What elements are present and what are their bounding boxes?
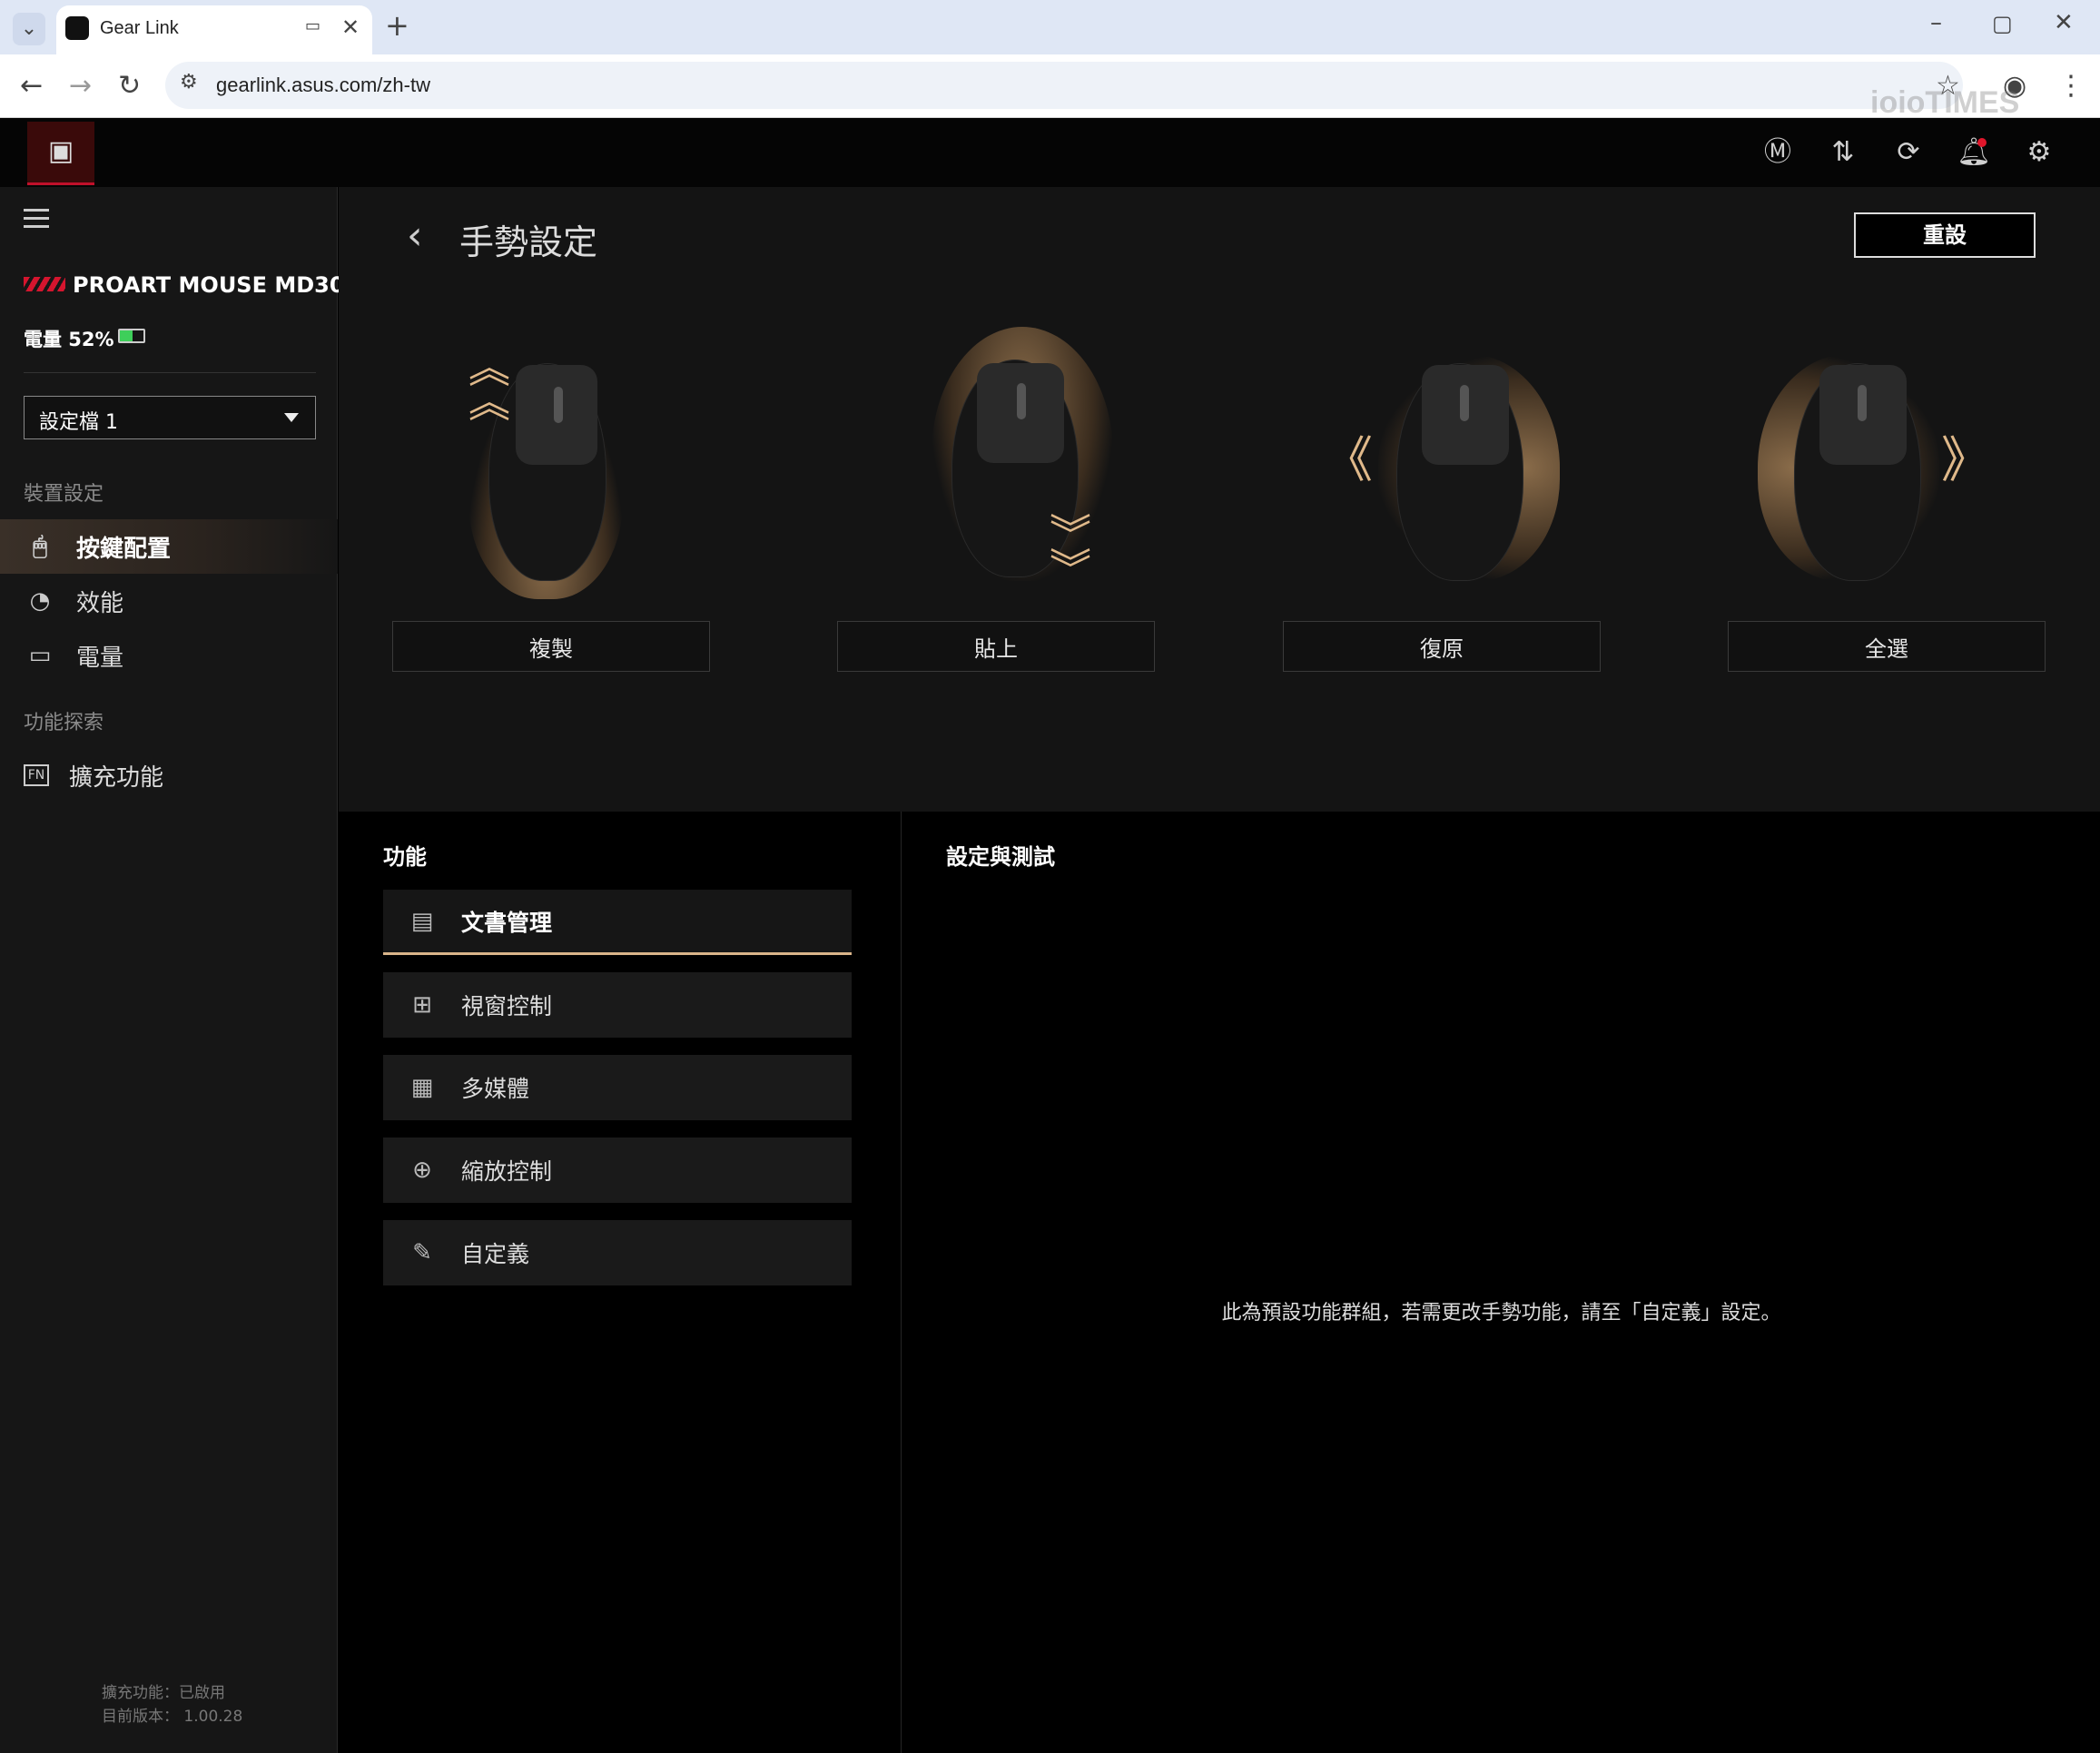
firmware-update-icon[interactable]: ⇅	[1821, 131, 1865, 174]
performance-icon: ◔	[29, 587, 51, 615]
function-label: 自定義	[461, 1241, 530, 1267]
gesture-right-illustration: 》	[1758, 327, 2003, 599]
page-title: 手勢設定	[459, 222, 598, 262]
notification-dot	[1977, 138, 1987, 147]
battery-icon: ▭	[28, 642, 52, 669]
function-custom[interactable]: ✎ 自定義	[383, 1220, 852, 1285]
function-window-control[interactable]: ⊞ 視窗控制	[383, 972, 852, 1038]
function-zoom-control[interactable]: ⊕ 縮放控制	[383, 1137, 852, 1203]
default-group-message: 此為預設功能群組，若需更改手勢功能，請至「自定義」設定。	[1221, 1302, 1781, 1325]
gearlink-favicon-icon	[65, 16, 89, 40]
notification-bell-icon[interactable]: 🔔︎	[1952, 131, 1996, 174]
profile-dropdown[interactable]: 設定檔 1	[24, 396, 316, 439]
reset-button[interactable]: 重設	[1854, 212, 2036, 258]
function-label: 文書管理	[461, 909, 553, 936]
gesture-down-button[interactable]: 貼上	[837, 621, 1155, 672]
forward-icon[interactable]: →	[69, 73, 92, 100]
app-version: 目前版本： 1.00.28	[102, 1708, 243, 1726]
functions-title: 功能	[383, 844, 427, 870]
close-window-icon[interactable]: ✕	[2054, 11, 2074, 34]
watermark: ioioTIMES	[1870, 85, 2020, 120]
gesture-left-button[interactable]: 復原	[1283, 621, 1601, 672]
settings-test-panel	[902, 812, 2100, 1753]
sidebar-item-button-mapping[interactable]: 🖱︎ 按鍵配置	[0, 519, 338, 574]
fn-icon: FN	[24, 764, 49, 786]
function-label: 視窗控制	[461, 993, 553, 1019]
url-text: gearlink.asus.com/zh-tw	[216, 74, 430, 96]
reload-icon[interactable]: ↻	[118, 73, 141, 100]
document-icon: ▤	[410, 907, 434, 935]
minimize-icon[interactable]: –	[1930, 11, 1942, 34]
browser-tab[interactable]: Gear Link ▭ ✕	[56, 5, 372, 54]
battery-level-text: 電量 52%	[24, 329, 114, 350]
sidebar-item-performance[interactable]: ◔ 效能	[0, 574, 338, 628]
maximize-icon[interactable]: ▢	[1992, 13, 2013, 34]
arrow-left-icon: 《	[1324, 431, 1373, 488]
gesture-up-illustration: ︽ ︽	[432, 327, 668, 599]
browser-menu-icon[interactable]: ⋮	[2057, 73, 2085, 100]
arrow-down-icon: ︾ ︾	[1050, 510, 1091, 594]
sidebar-item-label: 電量	[76, 644, 124, 672]
sidebar-item-label: 擴充功能	[69, 763, 164, 792]
new-tab-button[interactable]: +	[385, 11, 409, 40]
arrow-up-icon: ︽ ︽	[468, 343, 510, 427]
macro-icon[interactable]: Ⓜ	[1756, 131, 1799, 174]
tab-title: Gear Link	[100, 18, 179, 38]
windows-icon: ⊞	[412, 991, 432, 1019]
gesture-up-button[interactable]: 複製	[392, 621, 710, 672]
sync-icon[interactable]: ⟳	[1887, 131, 1930, 174]
settings-gear-icon[interactable]: ⚙	[2017, 131, 2061, 174]
chevron-down-icon	[284, 413, 299, 422]
sidebar-item-battery[interactable]: ▭ 電量	[0, 628, 338, 683]
device-brand-icon	[24, 277, 65, 291]
section-device-settings: 裝置設定	[24, 483, 104, 506]
section-feature-explore: 功能探索	[24, 712, 104, 734]
profile-dropdown-value: 設定檔 1	[39, 411, 118, 434]
sidebar-item-extensions[interactable]: FN 擴充功能	[0, 748, 338, 803]
mouse-icon: 🖱︎	[33, 533, 47, 560]
gesture-down-illustration: ︾ ︾	[913, 327, 1149, 599]
battery-status-icon	[118, 329, 145, 343]
tab-list-chevron-icon[interactable]: ⌄	[13, 13, 45, 45]
hamburger-menu-icon[interactable]	[24, 209, 49, 231]
zoom-icon: ⊕	[412, 1157, 432, 1184]
function-multimedia[interactable]: ▦ 多媒體	[383, 1055, 852, 1120]
sidebar-item-label: 效能	[76, 589, 124, 617]
function-label: 多媒體	[461, 1076, 530, 1102]
site-info-icon[interactable]: ⚙	[180, 73, 198, 93]
sidebar-divider	[24, 372, 316, 373]
sidebar-item-label: 按鍵配置	[76, 535, 172, 563]
gesture-right-button[interactable]: 全選	[1728, 621, 2046, 672]
url-field[interactable]: ⚙ gearlink.asus.com/zh-tw	[165, 62, 1963, 109]
extension-status: 擴充功能：已啟用	[102, 1684, 225, 1702]
arrow-right-icon: 》	[1941, 431, 1990, 488]
edit-icon: ✎	[412, 1239, 432, 1266]
tab-media-icon[interactable]: ▭	[305, 18, 320, 34]
back-icon[interactable]: ←	[20, 73, 43, 100]
function-label: 縮放控制	[461, 1158, 553, 1185]
back-chevron-icon[interactable]: ‹	[407, 216, 423, 256]
app-logo-icon[interactable]: ▣	[27, 122, 94, 185]
function-document-management[interactable]: ▤ 文書管理	[383, 890, 852, 955]
settings-test-title: 設定與測試	[946, 844, 1055, 870]
gesture-left-illustration: 《	[1324, 327, 1560, 599]
multimedia-icon: ▦	[410, 1074, 434, 1101]
tab-close-icon[interactable]: ✕	[341, 16, 360, 38]
device-name: PROART MOUSE MD301	[73, 272, 360, 298]
